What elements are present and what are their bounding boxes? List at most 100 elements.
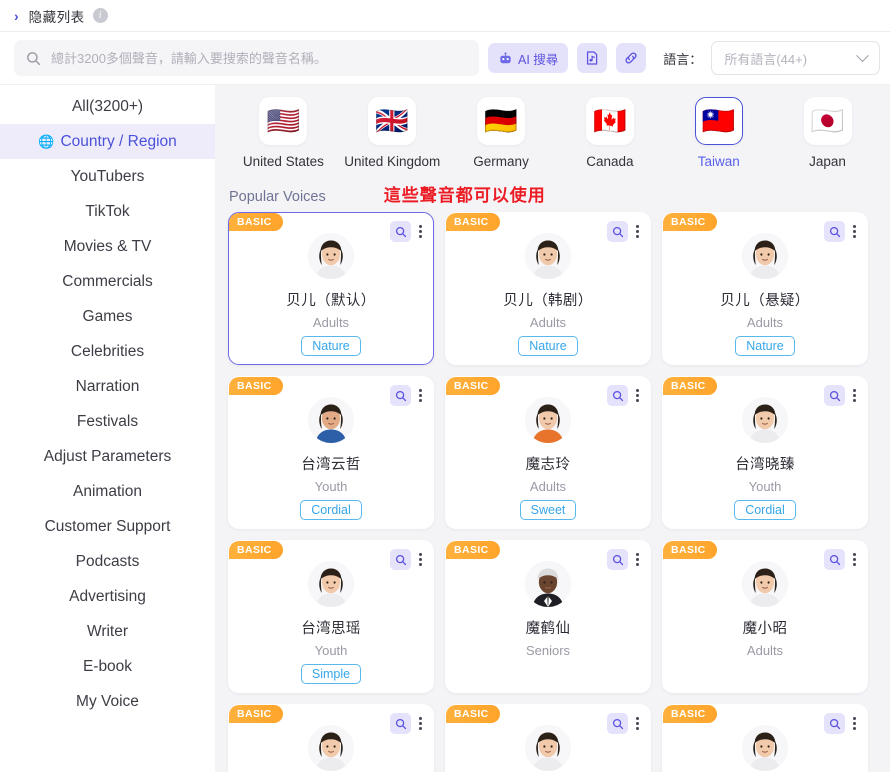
sidebar-item-tiktok[interactable]: TikTok	[0, 194, 215, 229]
sidebar-item-country-region[interactable]: 🌐 Country / Region	[0, 124, 215, 159]
country-filter-united-kingdom[interactable]: 🇬🇧 United Kingdom	[338, 97, 447, 169]
sidebar-item-all-3200[interactable]: All(3200+)	[0, 89, 215, 124]
country-label: United States	[242, 154, 324, 169]
preview-search-icon[interactable]	[824, 549, 846, 570]
more-options-icon[interactable]	[416, 715, 425, 732]
preview-search-icon[interactable]	[824, 385, 846, 406]
music-file-button[interactable]	[577, 43, 608, 73]
voice-style-tag: Cordial	[300, 500, 362, 520]
sidebar-item-commercials[interactable]: Commercials	[0, 264, 215, 299]
voice-card[interactable]: BASIC 魔小昭 Adults	[662, 540, 868, 693]
voice-card[interactable]: BASIC 贝儿（韩剧） Adults Nature	[445, 212, 651, 365]
category-sidebar: All(3200+) 🌐 Country / Region YouTubers TikT…	[0, 85, 215, 772]
voice-card[interactable]: BASIC 台湾思瑶 Youth Simple	[228, 540, 434, 693]
more-options-icon[interactable]	[416, 551, 425, 568]
sidebar-item-label: Movies & TV	[63, 237, 152, 255]
link-button[interactable]	[616, 43, 647, 73]
voice-name: 台湾思瑶	[301, 621, 361, 637]
voice-card[interactable]: BASIC 魔志玲 Adults Sweet	[445, 376, 651, 529]
language-select[interactable]: 所有語言(44+)	[711, 41, 880, 75]
country-filter-united-states[interactable]: 🇺🇸 United States	[229, 97, 338, 169]
info-icon[interactable]: i	[92, 8, 108, 23]
sidebar-item-adjust-parameters[interactable]: Adjust Parameters	[0, 439, 215, 474]
voice-card[interactable]: BASIC	[228, 704, 434, 772]
search-input[interactable]	[51, 50, 467, 66]
voice-style-tag: Cordial	[734, 500, 796, 520]
sidebar-item-e-book[interactable]: E-book	[0, 649, 215, 684]
more-options-icon[interactable]	[850, 223, 859, 240]
more-options-icon[interactable]	[633, 223, 642, 240]
sidebar-item-writer[interactable]: Writer	[0, 614, 215, 649]
preview-search-icon[interactable]	[607, 385, 629, 406]
voice-name: 台湾云哲	[301, 457, 361, 473]
avatar	[525, 725, 571, 771]
sidebar-item-youtubers[interactable]: YouTubers	[0, 159, 215, 194]
sidebar-item-narration[interactable]: Narration	[0, 369, 215, 404]
voice-card[interactable]: BASIC 台湾晓臻 Youth Cordial	[662, 376, 868, 529]
ai-search-button[interactable]: AI 搜尋	[488, 43, 569, 73]
card-tools	[390, 713, 425, 734]
hide-list-label[interactable]: 隐藏列表	[29, 6, 85, 26]
avatar	[308, 725, 354, 771]
more-options-icon[interactable]	[633, 715, 642, 732]
voice-name: 魔志玲	[525, 457, 571, 473]
preview-search-icon[interactable]	[390, 221, 412, 242]
preview-search-icon[interactable]	[607, 549, 629, 570]
sidebar-item-advertising[interactable]: Advertising	[0, 579, 215, 614]
country-filter-japan[interactable]: 🇯🇵 Japan	[773, 97, 882, 169]
more-options-icon[interactable]	[850, 387, 859, 404]
sidebar-item-label: Festivals	[76, 412, 139, 430]
voice-card[interactable]: BASIC 魔鹤仙 Seniors	[445, 540, 651, 693]
sidebar-item-customer-support[interactable]: Customer Support	[0, 509, 215, 544]
voice-name: 魔鹤仙	[525, 621, 571, 637]
preview-search-icon[interactable]	[390, 385, 412, 406]
sidebar-item-celebrities[interactable]: Celebrities	[0, 334, 215, 369]
country-filter-row: 🇺🇸 United States 🇬🇧 United Kingdom 🇩🇪 Germany…	[215, 85, 890, 175]
sidebar-item-podcasts[interactable]: Podcasts	[0, 544, 215, 579]
voice-card[interactable]: BASIC 贝儿（悬疑） Adults Nature	[662, 212, 868, 365]
plan-badge: BASIC	[229, 541, 283, 559]
country-filter-taiwan[interactable]: 🇹🇼 Taiwan	[664, 97, 773, 169]
preview-search-icon[interactable]	[607, 713, 629, 734]
sidebar-item-my-voice[interactable]: My Voice	[0, 684, 215, 719]
more-options-icon[interactable]	[850, 551, 859, 568]
sidebar-item-label: TikTok	[85, 202, 130, 220]
country-filter-canada[interactable]: 🇨🇦 Canada	[555, 97, 664, 169]
more-options-icon[interactable]	[633, 387, 642, 404]
plan-badge: BASIC	[446, 377, 500, 395]
more-options-icon[interactable]	[416, 223, 425, 240]
voice-age-group: Adults	[312, 315, 350, 330]
country-label: United Kingdom	[344, 154, 441, 169]
voice-card[interactable]: BASIC 台湾云哲 Youth Cordial	[228, 376, 434, 529]
flag-tile: 🇺🇸	[259, 97, 308, 145]
preview-search-icon[interactable]	[824, 221, 846, 242]
sidebar-item-animation[interactable]: Animation	[0, 474, 215, 509]
preview-search-icon[interactable]	[390, 713, 412, 734]
voice-card[interactable]: BASIC	[445, 704, 651, 772]
avatar	[308, 561, 354, 607]
voice-card[interactable]: BASIC 贝儿（默认） Adults Nature	[228, 212, 434, 365]
voice-card[interactable]: BASIC	[662, 704, 868, 772]
voice-age-group: Adults	[746, 643, 784, 658]
search-box[interactable]	[14, 40, 479, 76]
sidebar-item-movies-tv[interactable]: Movies & TV	[0, 229, 215, 264]
sidebar-item-festivals[interactable]: Festivals	[0, 404, 215, 439]
country-filter-germany[interactable]: 🇩🇪 Germany	[447, 97, 556, 169]
link-icon	[625, 52, 637, 64]
voice-style-tag: Sweet	[519, 500, 577, 520]
flag-icon: 🇺🇸	[266, 105, 301, 136]
more-options-icon[interactable]	[633, 551, 642, 568]
more-options-icon[interactable]	[850, 715, 859, 732]
avatar	[308, 397, 354, 443]
preview-search-icon[interactable]	[824, 713, 846, 734]
preview-search-icon[interactable]	[390, 549, 412, 570]
language-selected-value: 所有語言(44+)	[724, 51, 808, 67]
flag-tile: 🇨🇦	[585, 97, 634, 145]
card-tools	[824, 385, 859, 406]
sidebar-item-label: Country / Region	[60, 132, 177, 150]
expand-chevron-icon[interactable]: ›	[14, 9, 19, 23]
sidebar-item-games[interactable]: Games	[0, 299, 215, 334]
more-options-icon[interactable]	[416, 387, 425, 404]
preview-search-icon[interactable]	[607, 221, 629, 242]
chevron-down-icon	[856, 48, 869, 62]
